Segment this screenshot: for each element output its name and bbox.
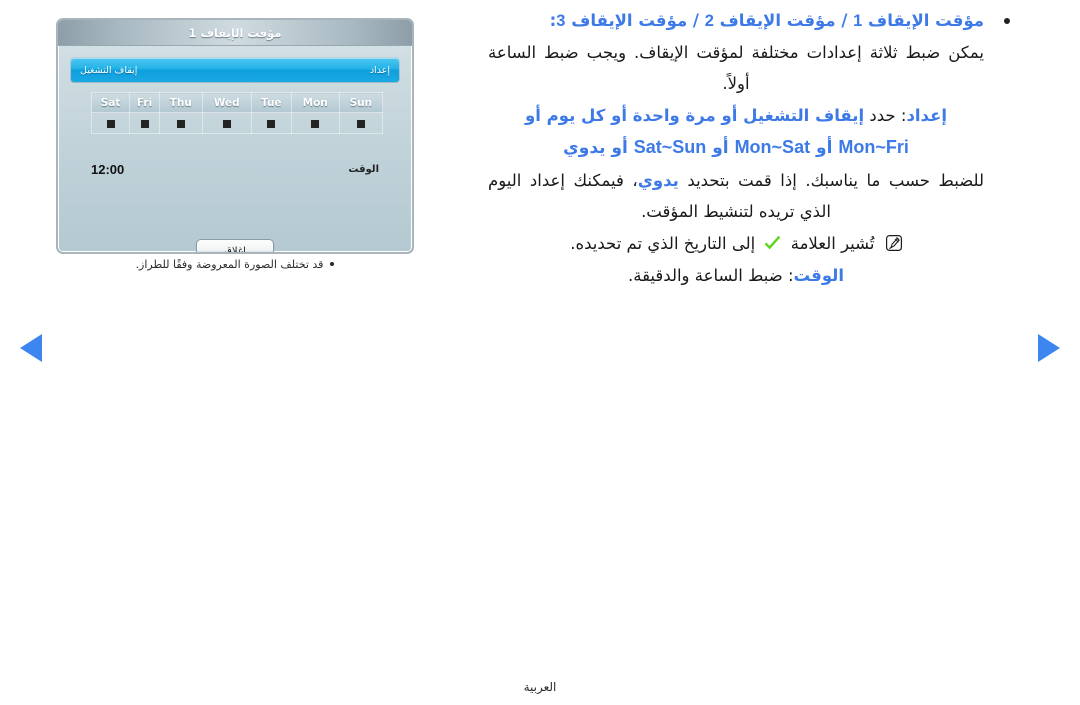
setup-schedule-options: Mon~Fri أو Mon~Sat أو Sat~Sun أو يدوي <box>488 132 984 164</box>
note-text-1: تُشير العلامة <box>790 234 875 253</box>
tv-day-checkbox-row <box>90 112 384 134</box>
lead-heading-part3: مؤقت الإيقاف <box>571 11 688 30</box>
option-manual: يدوي <box>563 138 606 158</box>
tv-day-checkbox-sat[interactable] <box>90 112 131 134</box>
tv-day-grid: Sun Mon Tue Wed Thu Fri Sat <box>90 92 384 134</box>
tv-dialog-titlebar: مؤقت الإيقاف 1 <box>58 20 412 46</box>
tv-setting-row[interactable]: إعداد إيقاف التشغيل <box>70 57 400 83</box>
tv-time-row[interactable]: الوقت 12:00 <box>91 162 379 177</box>
tv-day-checkbox-thu[interactable] <box>159 112 203 134</box>
tv-close-button[interactable]: إغلاق <box>196 239 274 252</box>
checkbox-square-icon <box>176 120 185 128</box>
note-icon <box>885 230 902 252</box>
setup-verb: حدد <box>869 106 896 125</box>
tv-dialog-frame: مؤقت الإيقاف 1 إعداد إيقاف التشغيل Sun Mo… <box>56 18 414 254</box>
caption-text: قد تختلف الصورة المعروضة وفقًا للطراز. <box>135 258 324 271</box>
lead-heading-num1: 1 <box>853 12 863 30</box>
tv-day-header-wed: Wed <box>201 92 252 113</box>
lead-heading-num3: 3 <box>556 12 566 30</box>
lead-heading-sep2: / <box>692 11 699 30</box>
time-definition-label: الوقت <box>793 266 845 285</box>
lead-heading-sep1: / <box>841 11 848 30</box>
tv-screen-illustration: مؤقت الإيقاف 1 إعداد إيقاف التشغيل Sun Mo… <box>56 18 414 254</box>
footer-language-label: العربية <box>523 680 557 694</box>
checkbox-square-icon <box>222 120 231 128</box>
check-icon <box>764 230 781 250</box>
tv-day-header-mon: Mon <box>290 92 340 113</box>
tv-setting-row-value: إيقاف التشغيل <box>80 64 138 76</box>
option-sat-sun: Sat~Sun <box>633 137 707 157</box>
note-line: تُشير العلامة إلى التاريخ الذي تم تحديده… <box>488 228 984 259</box>
lead-heading-num2: 2 <box>704 12 714 30</box>
tv-time-value: 12:00 <box>91 162 125 177</box>
lead-heading: مؤقت الإيقاف 1 / مؤقت الإيقاف 2 / مؤقت ا… <box>488 6 1010 36</box>
note-text-2: إلى التاريخ الذي تم تحديده. <box>570 234 756 253</box>
tv-setting-row-label: إعداد <box>369 64 390 76</box>
setup-body-paragraph: للضبط حسب ما يناسبك. إذا قمت بتحديد يدوي… <box>488 165 984 227</box>
setup-body-manual-keyword: يدوي <box>637 171 679 190</box>
checkbox-square-icon <box>140 120 149 128</box>
tv-day-header-sun: Sun <box>338 92 384 113</box>
tv-dialog-title: مؤقت الإيقاف 1 <box>188 25 282 40</box>
lead-bullet-icon <box>1004 18 1010 24</box>
checkbox-square-icon <box>311 120 320 128</box>
time-definition-text: ضبط الساعة والدقيقة. <box>627 266 783 285</box>
option-mon-fri: Mon~Fri <box>838 137 909 157</box>
option-sep-2: أو <box>712 138 729 158</box>
option-sep-1: أو <box>816 138 833 158</box>
tv-setting-row-highlight[interactable]: إعداد إيقاف التشغيل <box>71 58 399 82</box>
tv-day-checkbox-tue[interactable] <box>250 112 292 134</box>
lead-heading-part1: مؤقت الإيقاف <box>868 11 984 30</box>
tv-day-header-tue: Tue <box>250 92 292 113</box>
caption-bullet-icon <box>330 262 335 266</box>
setup-body-text-1: للضبط حسب ما يناسبك. إذا قمت بتحديد <box>687 171 984 190</box>
tv-time-label: الوقت <box>348 164 379 175</box>
time-definition-line: الوقت: ضبط الساعة والدقيقة. <box>488 260 984 291</box>
triangle-right-icon[interactable] <box>1038 334 1060 362</box>
option-sep-3: أو <box>611 138 628 158</box>
manual-text-column: مؤقت الإيقاف 1 / مؤقت الإيقاف 2 / مؤقت ا… <box>488 6 1010 292</box>
tv-day-checkbox-fri[interactable] <box>129 112 161 134</box>
illustration-caption: قد تختلف الصورة المعروضة وفقًا للطراز. <box>56 258 414 271</box>
lead-heading-part2: مؤقت الإيقاف <box>719 11 836 30</box>
tv-day-checkbox-wed[interactable] <box>201 112 252 134</box>
tv-day-header-fri: Fri <box>129 92 161 113</box>
setup-options: إيقاف التشغيل أو مرة واحدة أو كل يوم أو <box>524 106 865 125</box>
setup-label: إعداد <box>906 106 948 125</box>
page-footer: العربية <box>0 680 1080 694</box>
tv-day-header-sat: Sat <box>90 92 131 113</box>
setup-paragraph: إعداد: حدد إيقاف التشغيل أو مرة واحدة أو… <box>488 100 984 131</box>
tv-day-header-row: Sun Mon Tue Wed Thu Fri Sat <box>90 92 384 113</box>
option-mon-sat: Mon~Sat <box>734 137 811 157</box>
tv-day-header-thu: Thu <box>159 92 203 113</box>
checkbox-square-icon <box>106 120 115 128</box>
tv-day-checkbox-sun[interactable] <box>338 112 384 134</box>
triangle-left-icon[interactable] <box>20 334 42 362</box>
checkbox-square-icon <box>356 120 365 128</box>
checkbox-square-icon <box>267 120 276 128</box>
lead-body-paragraph: يمكن ضبط ثلاثة إعدادات مختلفة لمؤقت الإي… <box>488 43 984 93</box>
tv-day-checkbox-mon[interactable] <box>290 112 340 134</box>
